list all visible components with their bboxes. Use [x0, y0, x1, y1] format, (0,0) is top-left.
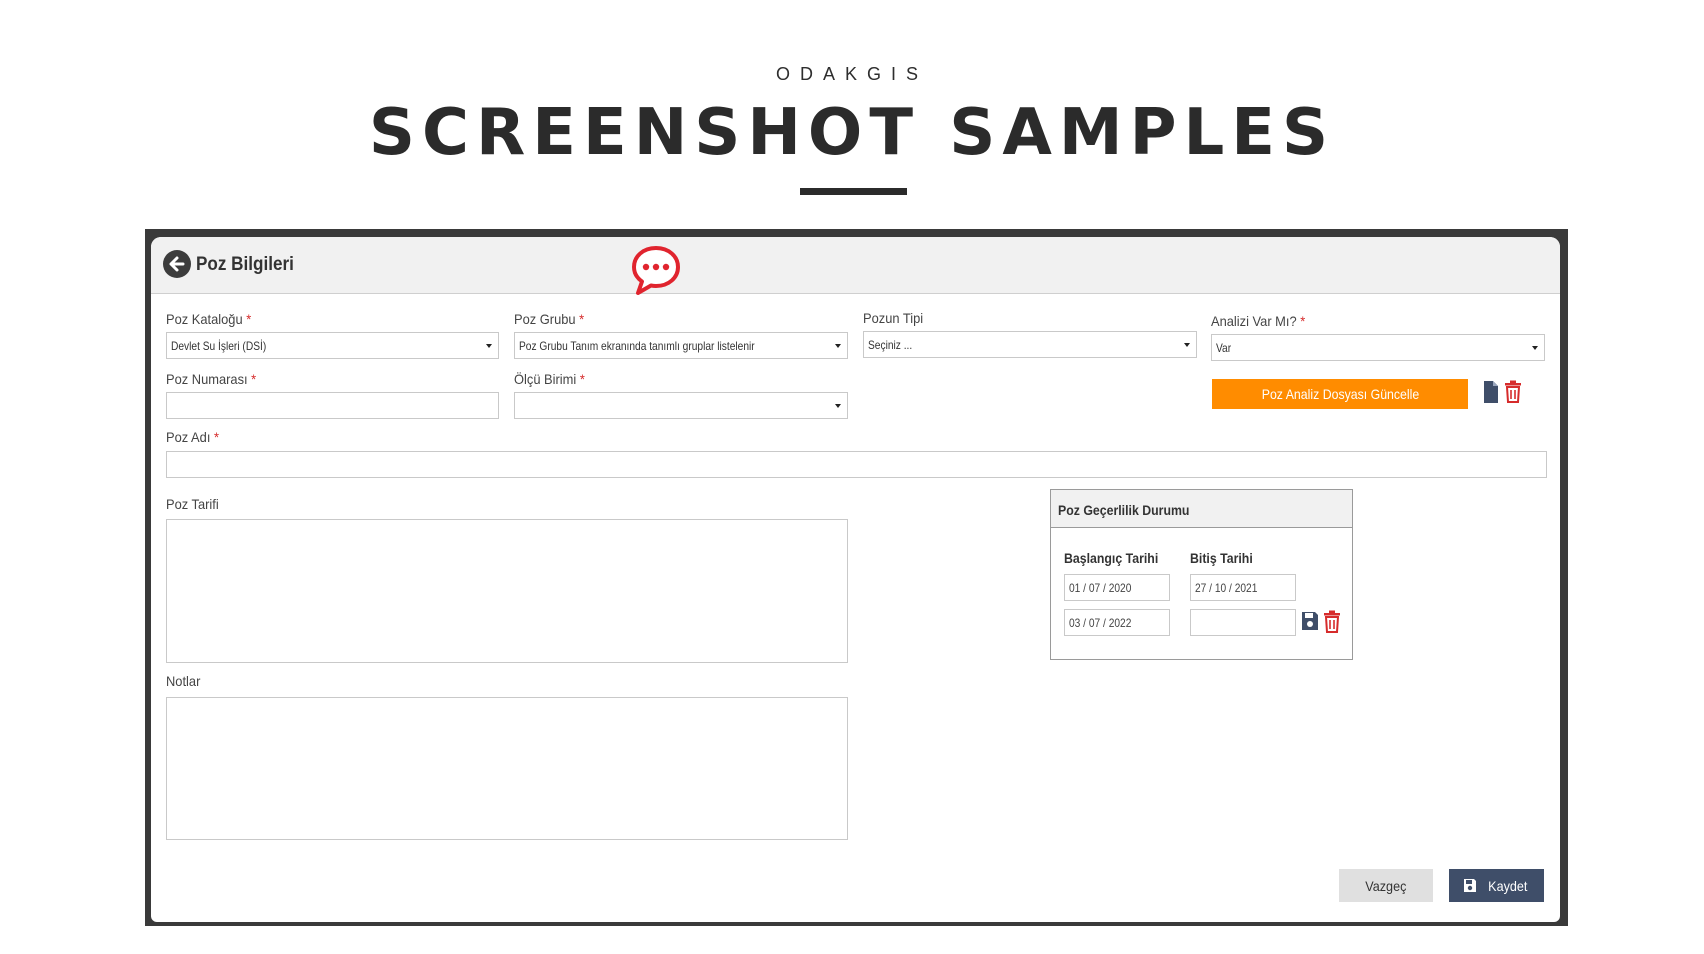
catalog-select[interactable]: Devlet Su İşleri (DSİ) — [166, 332, 499, 359]
page-headline: SCREENSHOT SAMPLES — [368, 96, 1336, 170]
caret-down-icon — [1532, 346, 1538, 350]
analysis-select[interactable]: Var — [1211, 334, 1545, 361]
panel-title: Poz Bilgileri — [196, 254, 294, 275]
trash-icon[interactable] — [1504, 380, 1522, 403]
end-date-input[interactable] — [1190, 609, 1296, 636]
poz-info-panel: Poz Bilgileri Poz Kataloğu * Devlet Su İ… — [151, 237, 1560, 922]
panel-header: Poz Bilgileri — [151, 237, 1560, 294]
name-input[interactable] — [166, 451, 1547, 478]
update-analysis-file-button[interactable]: Poz Analiz Dosyası Güncelle — [1212, 379, 1468, 409]
file-icon[interactable] — [1483, 380, 1499, 404]
notes-textarea[interactable] — [166, 697, 848, 840]
chat-bubble-icon[interactable] — [630, 244, 682, 298]
type-select[interactable]: Seçiniz ... — [863, 331, 1197, 358]
group-label: Poz Grubu * — [514, 311, 585, 327]
end-date-input[interactable]: 27 / 10 / 2021 — [1190, 574, 1296, 601]
description-label: Poz Tarifi — [166, 496, 219, 512]
catalog-label: Poz Kataloğu * — [166, 311, 252, 327]
cancel-button[interactable]: Vazgeç — [1339, 869, 1433, 902]
back-button[interactable] — [163, 250, 191, 278]
unit-select[interactable] — [514, 392, 848, 419]
unit-label: Ölçü Birimi * — [514, 371, 585, 387]
save-icon — [1464, 879, 1477, 892]
headline-divider — [800, 188, 907, 195]
end-date-label: Bitiş Tarihi — [1190, 550, 1253, 566]
start-date-label: Başlangıç Tarihi — [1064, 550, 1159, 566]
name-label: Poz Adı * — [166, 429, 220, 445]
trash-icon[interactable] — [1323, 610, 1341, 633]
validity-title: Poz Geçerlilik Durumu — [1051, 490, 1352, 528]
caret-down-icon — [486, 344, 492, 348]
caret-down-icon — [1184, 343, 1190, 347]
description-textarea[interactable] — [166, 519, 848, 663]
save-icon[interactable] — [1301, 611, 1319, 631]
arrow-left-icon — [169, 256, 185, 272]
brand-name: ODAKGIS — [775, 64, 929, 84]
save-button[interactable]: Kaydet — [1449, 869, 1544, 902]
start-date-input[interactable]: 01 / 07 / 2020 — [1064, 574, 1170, 601]
analysis-label: Analizi Var Mı? * — [1211, 313, 1306, 329]
notes-label: Notlar — [166, 673, 201, 689]
type-label: Pozun Tipi — [863, 310, 924, 326]
caret-down-icon — [835, 404, 841, 408]
validity-box: Poz Geçerlilik Durumu Başlangıç Tarihi B… — [1050, 489, 1353, 660]
group-select[interactable]: Poz Grubu Tanım ekranında tanımlı grupla… — [514, 332, 848, 359]
caret-down-icon — [835, 344, 841, 348]
number-input[interactable] — [166, 392, 499, 419]
start-date-input[interactable]: 03 / 07 / 2022 — [1064, 609, 1170, 636]
number-label: Poz Numarası * — [166, 371, 257, 387]
